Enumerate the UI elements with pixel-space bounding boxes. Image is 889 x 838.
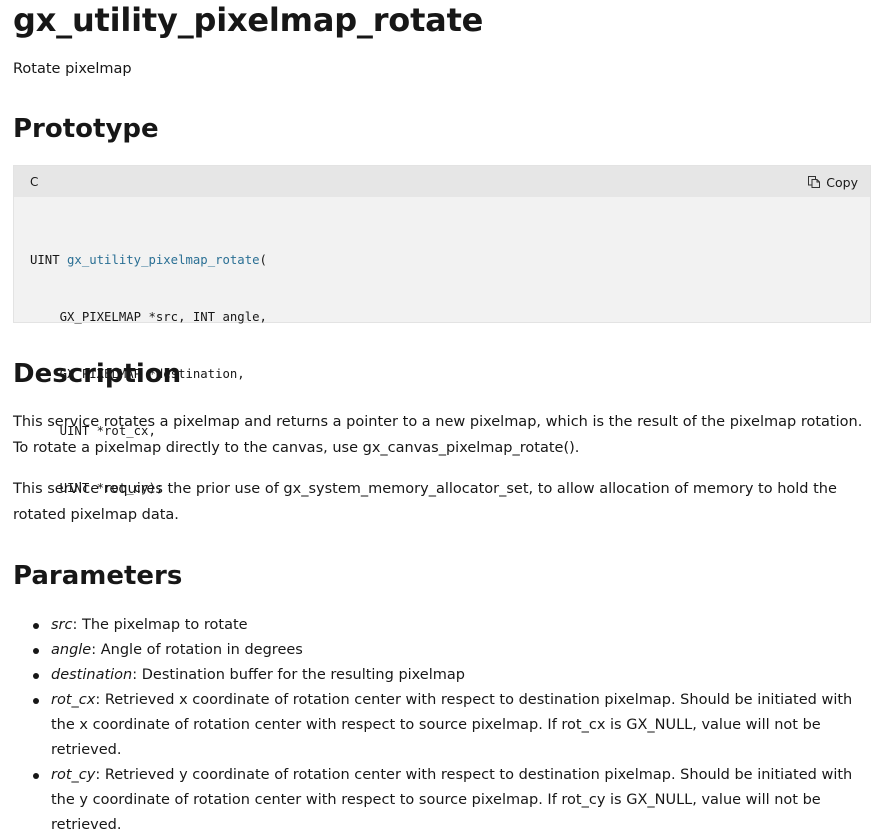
copy-button[interactable]: Copy: [805, 171, 860, 193]
heading-description: Description: [13, 359, 182, 389]
copy-button-label: Copy: [826, 174, 858, 190]
code-line: UINT gx_utility_pixelmap_rotate(: [30, 253, 267, 267]
parameter-list: src: The pixelmap to rotate angle: Angle…: [13, 613, 873, 838]
page-title: gx_utility_pixelmap_rotate: [13, 1, 484, 39]
parameter-item: rot_cy: Retrieved y coordinate of rotati…: [13, 763, 873, 838]
description-paragraph: This service requires the prior use of g…: [13, 481, 837, 523]
code-language-label: C: [30, 175, 39, 189]
doc-page: gx_utility_pixelmap_rotate Rotate pixelm…: [0, 0, 889, 833]
parameter-description: : Retrieved x coordinate of rotation cen…: [51, 692, 853, 758]
parameter-description: : Destination buffer for the resulting p…: [132, 667, 465, 683]
parameter-item: src: The pixelmap to rotate: [13, 613, 873, 638]
parameter-name: angle: [51, 642, 92, 658]
parameter-description: : Angle of rotation in degrees: [91, 642, 303, 658]
code-header: C Copy: [14, 166, 870, 197]
copy-icon: [808, 176, 821, 188]
code-block: C Copy UINT gx_utility_pixelmap_rotate( …: [13, 165, 871, 495]
heading-parameters: Parameters: [13, 561, 183, 591]
code-line: GX_PIXELMAP *src, INT angle,: [30, 310, 267, 324]
parameter-item: rot_cx: Retrieved x coordinate of rotati…: [13, 688, 873, 763]
parameter-description: : The pixelmap to rotate: [72, 617, 248, 633]
description-paragraph: This service rotates a pixelmap and retu…: [13, 414, 863, 456]
parameter-name: rot_cy: [51, 767, 96, 783]
heading-prototype: Prototype: [13, 114, 159, 144]
parameter-name: rot_cx: [51, 692, 96, 708]
parameter-item: destination: Destination buffer for the …: [13, 663, 873, 688]
parameter-item: angle: Angle of rotation in degrees: [13, 638, 873, 663]
parameter-name: destination: [51, 667, 133, 683]
parameter-description: : Retrieved y coordinate of rotation cen…: [51, 767, 853, 833]
parameter-name: src: [51, 617, 73, 633]
page-summary: Rotate pixelmap: [13, 61, 132, 77]
code-function-name: gx_utility_pixelmap_rotate: [67, 253, 260, 267]
